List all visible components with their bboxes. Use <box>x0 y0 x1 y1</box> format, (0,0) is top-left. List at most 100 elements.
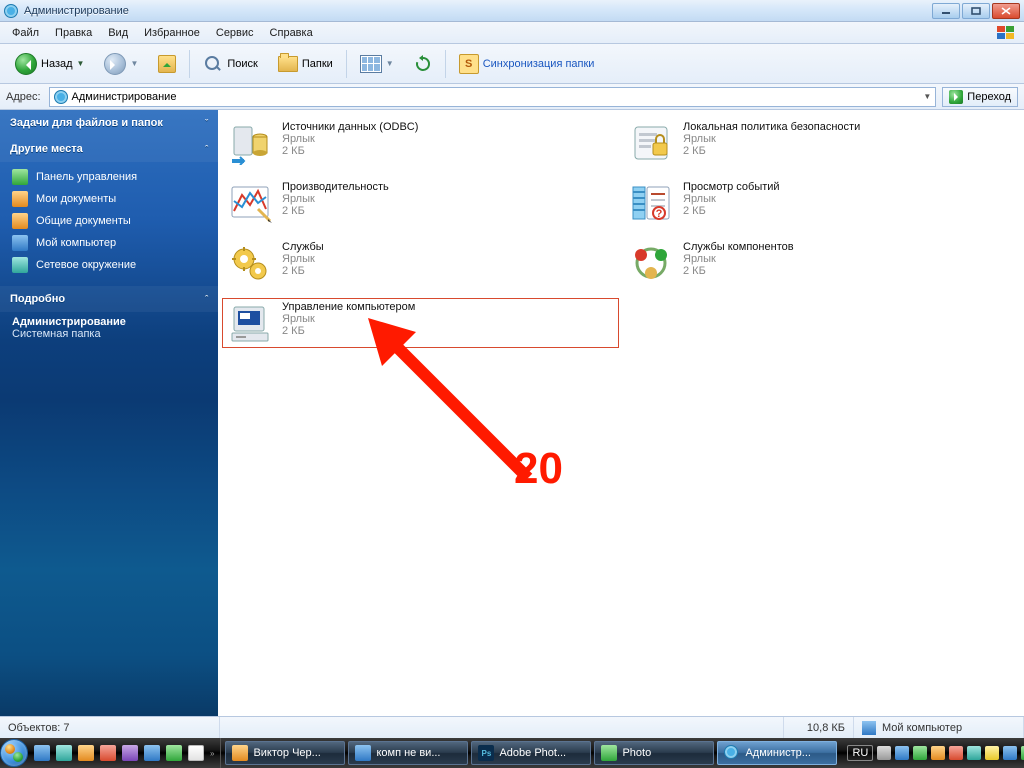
task-label: Photo <box>622 747 651 759</box>
sidebar-item-my-computer[interactable]: Мой компьютер <box>0 232 218 254</box>
section-title: Другие места <box>10 143 83 155</box>
sync-label: Синхронизация папки <box>483 58 595 70</box>
item-component-services[interactable]: Службы компонентов Ярлык 2 КБ <box>623 238 1020 288</box>
item-services[interactable]: Службы Ярлык 2 КБ <box>222 238 619 288</box>
folders-button[interactable]: Папки <box>271 49 340 79</box>
ql-app-icon[interactable] <box>144 745 160 761</box>
tasks-pane: Задачи для файлов и папок ˇ Другие места… <box>0 110 218 716</box>
tray-icon[interactable] <box>913 746 927 760</box>
refresh-button[interactable] <box>407 49 439 79</box>
task-photoshop[interactable]: Ps Adobe Phot... <box>471 741 591 765</box>
taskbar: » Виктор Чер... комп не ви... Ps Adobe P… <box>0 738 1024 768</box>
section-other-places[interactable]: Другие места ˆ <box>0 136 218 162</box>
menu-help[interactable]: Справка <box>262 25 321 41</box>
menu-view[interactable]: Вид <box>100 25 136 41</box>
start-button[interactable] <box>0 738 28 768</box>
status-spacer <box>220 717 784 738</box>
item-label: Локальная политика безопасности <box>683 121 860 133</box>
task-photo[interactable]: Photo <box>594 741 714 765</box>
search-icon <box>203 54 223 74</box>
task-firefox[interactable]: Виктор Чер... <box>225 741 345 765</box>
item-size: 2 КБ <box>683 265 794 277</box>
sidebar-item-network[interactable]: Сетевое окружение <box>0 254 218 276</box>
item-performance[interactable]: Производительность Ярлык 2 КБ <box>222 178 619 228</box>
section-details[interactable]: Подробно ˆ <box>0 286 218 312</box>
tray-icon[interactable] <box>967 746 981 760</box>
details-name: Администрирование <box>12 316 206 328</box>
section-file-tasks[interactable]: Задачи для файлов и папок ˇ <box>0 110 218 136</box>
windows-flag-icon[interactable] <box>992 24 1020 42</box>
tray-icon[interactable] <box>895 746 909 760</box>
toolbar-separator <box>445 50 446 78</box>
tray-network-icon[interactable] <box>1003 746 1017 760</box>
menu-file[interactable]: Файл <box>4 25 47 41</box>
performance-icon <box>228 181 272 225</box>
items-grid: Источники данных (ODBC) Ярлык 2 КБ Локал… <box>218 110 1024 356</box>
ql-overflow-icon[interactable]: » <box>210 749 214 758</box>
my-computer-icon <box>12 235 28 251</box>
address-dropdown-icon[interactable]: ▼ <box>923 92 931 101</box>
menu-edit[interactable]: Правка <box>47 25 100 41</box>
status-location-label: Мой компьютер <box>882 722 962 734</box>
item-event-viewer[interactable]: ? Просмотр событий Ярлык 2 КБ <box>623 178 1020 228</box>
go-label: Переход <box>967 91 1011 103</box>
tray-icon[interactable] <box>931 746 945 760</box>
windows-orb-icon <box>0 739 28 767</box>
odbc-icon <box>228 121 272 165</box>
language-indicator[interactable]: RU <box>847 745 873 761</box>
ql-firefox-icon[interactable] <box>78 745 94 761</box>
forward-arrow-icon <box>104 53 126 75</box>
item-computer-management[interactable]: Управление компьютером Ярлык 2 КБ <box>222 298 619 348</box>
sidebar-item-control-panel[interactable]: Панель управления <box>0 166 218 188</box>
item-local-security-policy[interactable]: Локальная политика безопасности Ярлык 2 … <box>623 118 1020 168</box>
photo-icon <box>601 745 617 761</box>
toolbar-separator <box>346 50 347 78</box>
back-button[interactable]: Назад ▼ <box>8 49 91 79</box>
views-button[interactable]: ▼ <box>353 49 401 79</box>
sidebar-item-my-documents[interactable]: Мои документы <box>0 188 218 210</box>
menu-favorites[interactable]: Избранное <box>136 25 208 41</box>
system-tray: RU 22:45 <box>841 738 1024 768</box>
back-arrow-icon <box>15 53 37 75</box>
sidebar-item-shared-documents[interactable]: Общие документы <box>0 210 218 232</box>
ql-app-icon[interactable] <box>166 745 182 761</box>
menu-service[interactable]: Сервис <box>208 25 262 41</box>
task-admin-tools[interactable]: Администр... <box>717 741 837 765</box>
search-button[interactable]: Поиск <box>196 49 264 79</box>
item-label: Службы компонентов <box>683 241 794 253</box>
item-size: 2 КБ <box>282 265 324 277</box>
up-button[interactable] <box>151 49 183 79</box>
titlebar[interactable]: Администрирование <box>0 0 1024 22</box>
my-documents-icon <box>12 191 28 207</box>
services-icon <box>228 241 272 285</box>
taskbar-tasks: Виктор Чер... комп не ви... Ps Adobe Pho… <box>221 738 841 768</box>
ql-show-desktop-icon[interactable] <box>34 745 50 761</box>
tray-icon[interactable] <box>949 746 963 760</box>
component-services-icon <box>629 241 673 285</box>
task-word[interactable]: комп не ви... <box>348 741 468 765</box>
go-arrow-icon <box>949 90 963 104</box>
close-button[interactable] <box>992 3 1020 19</box>
sidebar-item-label: Мой компьютер <box>36 237 116 249</box>
forward-button[interactable]: ▼ <box>97 49 145 79</box>
ql-app-icon[interactable] <box>122 745 138 761</box>
ql-player-icon[interactable] <box>188 745 204 761</box>
tray-icon[interactable] <box>985 746 999 760</box>
annotation-number: 20 <box>514 444 563 494</box>
sync-button[interactable]: S Синхронизация папки <box>452 49 602 79</box>
item-type: Ярлык <box>282 193 389 205</box>
ql-browser-icon[interactable] <box>56 745 72 761</box>
go-button[interactable]: Переход <box>942 87 1018 107</box>
item-size: 2 КБ <box>282 145 418 157</box>
chevron-up-icon: ˆ <box>205 144 208 154</box>
address-input[interactable]: Администрирование ▼ <box>49 87 937 107</box>
tray-icon[interactable] <box>877 746 891 760</box>
folder-view[interactable]: Источники данных (ODBC) Ярлык 2 КБ Локал… <box>218 110 1024 716</box>
item-odbc-data-sources[interactable]: Источники данных (ODBC) Ярлык 2 КБ <box>222 118 619 168</box>
ql-app-icon[interactable] <box>100 745 116 761</box>
chevron-down-icon: ˇ <box>205 118 208 128</box>
maximize-button[interactable] <box>962 3 990 19</box>
folders-label: Папки <box>302 58 333 70</box>
minimize-button[interactable] <box>932 3 960 19</box>
sync-icon: S <box>459 54 479 74</box>
